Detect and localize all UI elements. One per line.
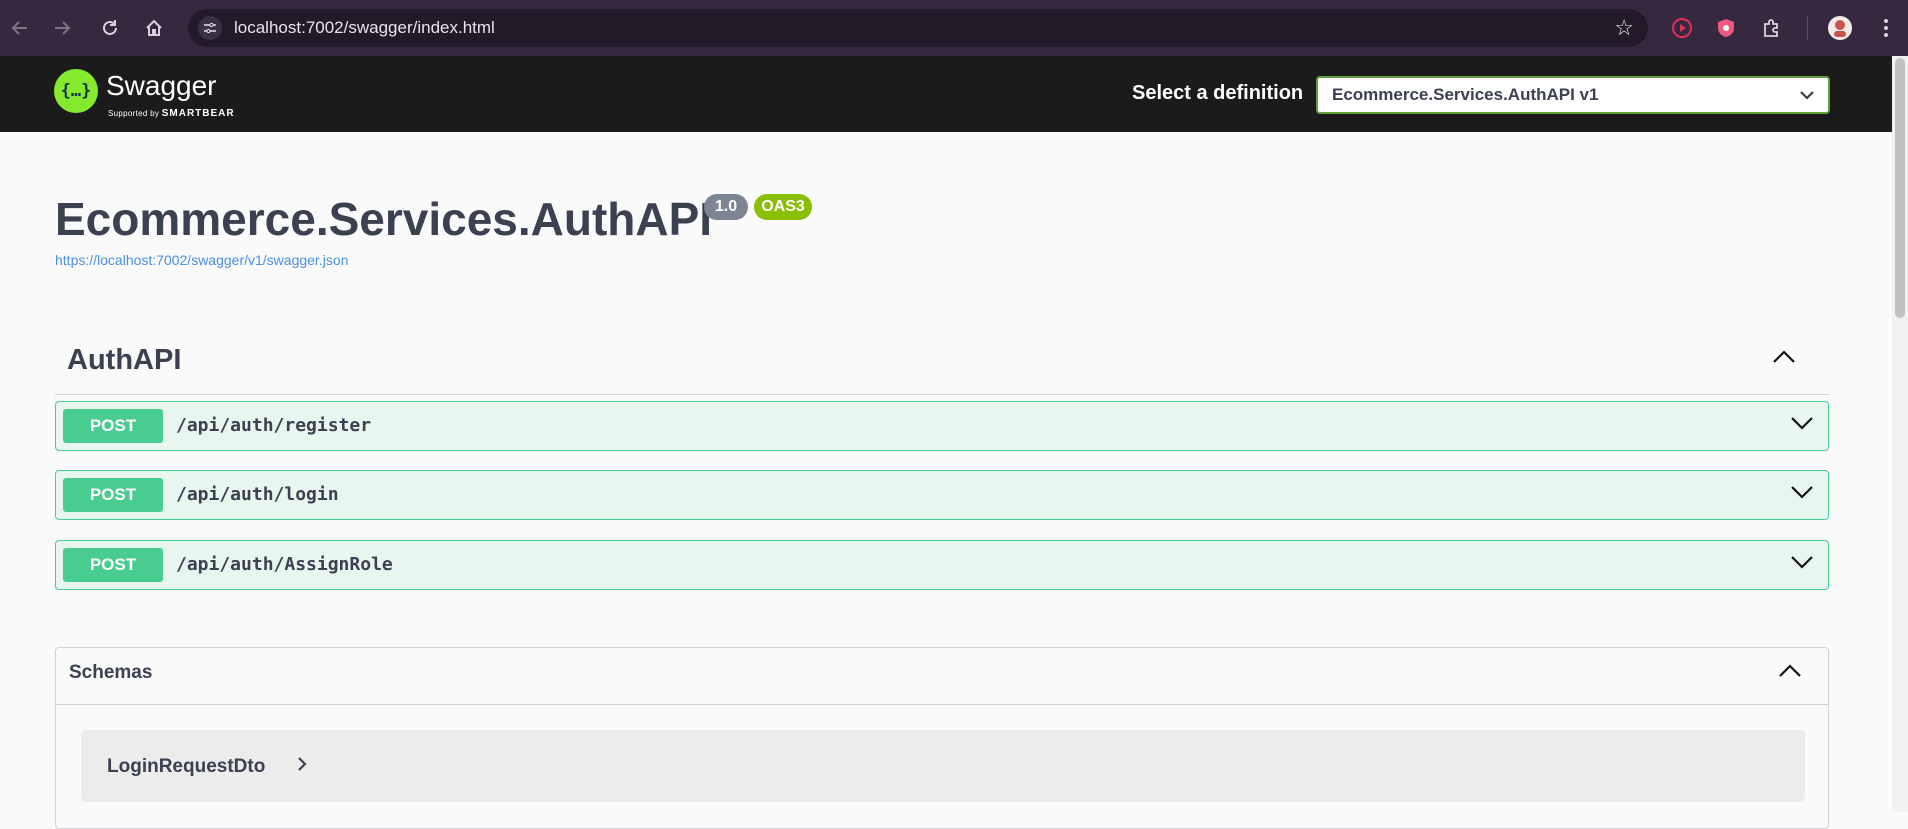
site-info-icon[interactable] [198, 16, 222, 40]
chevron-down-icon[interactable] [1790, 416, 1814, 435]
profile-avatar[interactable] [1826, 14, 1854, 42]
swagger-logo-subtitle: Supported by SMARTBEAR [108, 108, 235, 119]
url-text: localhost:7002/swagger/index.html [234, 18, 495, 37]
chevron-up-icon[interactable] [1778, 664, 1802, 683]
recorder-extension-icon[interactable] [1668, 14, 1696, 42]
schemas-title: Schemas [69, 662, 153, 683]
bookmark-star-icon[interactable]: ☆ [1614, 15, 1634, 41]
schemas-section: Schemas LoginRequestDto [55, 647, 1829, 829]
tag-divider [55, 394, 1829, 395]
toolbar-divider [1807, 16, 1808, 40]
method-badge: POST [63, 478, 163, 512]
operation-path: /api/auth/login [176, 484, 339, 505]
browser-toolbar: localhost:7002/swagger/index.html ☆ [0, 0, 1908, 56]
chevron-down-icon [1800, 87, 1814, 105]
forward-icon[interactable] [48, 14, 76, 42]
browser-menu-icon[interactable] [1872, 14, 1900, 42]
model-name: LoginRequestDto [107, 756, 266, 777]
swagger-logo-icon[interactable]: {…} [54, 69, 98, 113]
model-item[interactable]: LoginRequestDto [81, 730, 1805, 802]
chevron-up-icon[interactable] [1772, 350, 1796, 369]
extensions-puzzle-icon[interactable] [1758, 14, 1786, 42]
method-badge: POST [63, 548, 163, 582]
chevron-down-icon[interactable] [1790, 485, 1814, 504]
version-badge: 1.0 [704, 194, 748, 220]
method-badge: POST [63, 409, 163, 443]
scrollbar-thumb[interactable] [1895, 58, 1905, 318]
operation-assign-role[interactable]: POST /api/auth/AssignRole [55, 540, 1829, 590]
address-bar[interactable]: localhost:7002/swagger/index.html ☆ [188, 9, 1648, 47]
definition-select[interactable]: Ecommerce.Services.AuthAPI v1 [1316, 76, 1830, 114]
definition-selected-value: Ecommerce.Services.AuthAPI v1 [1332, 85, 1599, 104]
operation-login[interactable]: POST /api/auth/login [55, 470, 1829, 520]
shield-extension-icon[interactable] [1712, 14, 1740, 42]
operation-path: /api/auth/register [176, 415, 372, 436]
operation-path: /api/auth/AssignRole [176, 554, 393, 575]
schemas-header[interactable]: Schemas [56, 648, 1828, 705]
tag-title[interactable]: AuthAPI [67, 344, 181, 377]
operation-register[interactable]: POST /api/auth/register [55, 401, 1829, 451]
swagger-topbar: {…} Swagger Supported by SMARTBEAR Selec… [0, 56, 1892, 132]
chevron-down-icon[interactable] [1790, 555, 1814, 574]
reload-icon[interactable] [96, 14, 124, 42]
definition-label: Select a definition [1132, 82, 1304, 104]
oas-badge: OAS3 [754, 194, 812, 220]
chevron-right-icon[interactable] [297, 756, 307, 777]
spec-json-link[interactable]: https://localhost:7002/swagger/v1/swagge… [55, 252, 348, 268]
back-icon[interactable] [6, 14, 34, 42]
swagger-logo-text[interactable]: Swagger [106, 70, 217, 102]
home-icon[interactable] [140, 14, 168, 42]
api-title: Ecommerce.Services.AuthAPI [55, 193, 713, 245]
